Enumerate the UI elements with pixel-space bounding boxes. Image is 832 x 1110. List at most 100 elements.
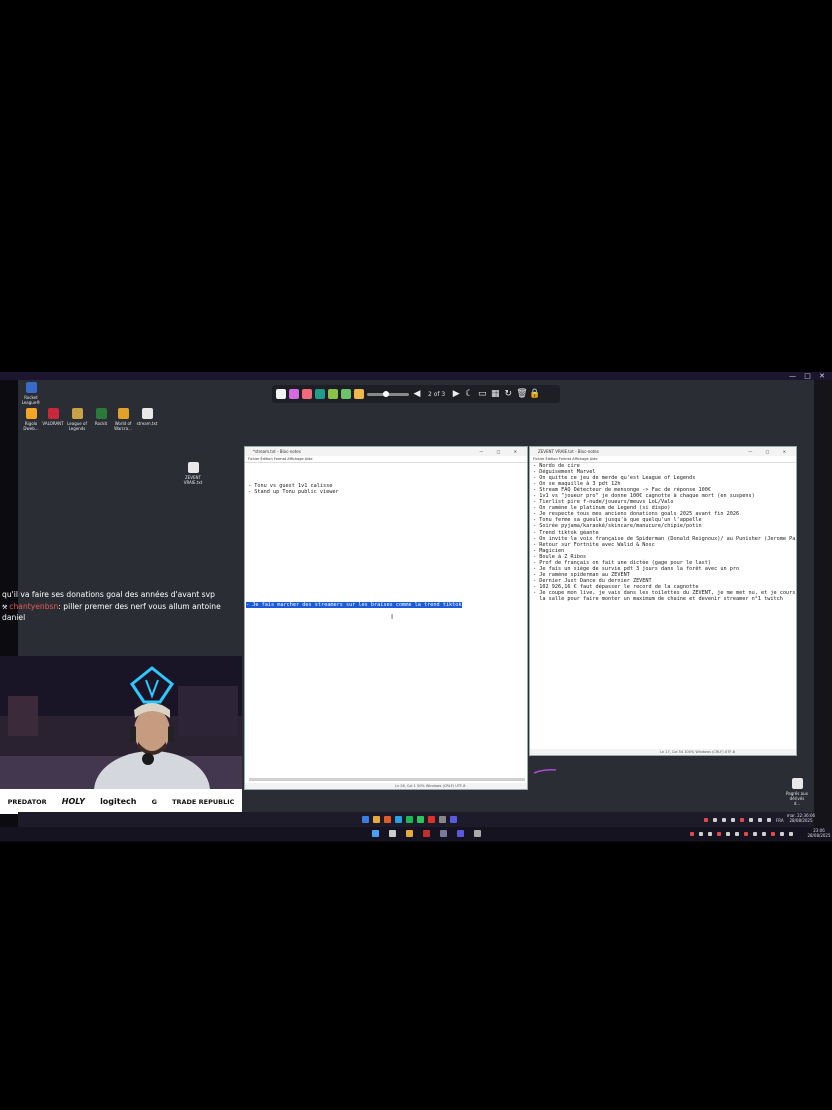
desktop-icon[interactable]: Pagrés aux dérivés d... [786,778,808,806]
rocket-league-icon [25,382,37,393]
notepad-window-controls[interactable]: — □ ✕ [748,447,792,456]
notepad-titlebar[interactable]: ZEVENT VRAIE.txt - Bloc-notes — □ ✕ [530,447,796,456]
desktop-icon[interactable]: World of Warcra... [112,408,134,431]
desktop-icon-label: League of Legends [67,421,87,431]
start-icon[interactable] [372,830,379,837]
frame-icon[interactable]: ▭ [477,389,487,399]
lock-icon[interactable]: 🔒 [529,389,540,399]
desktop-icon-label: Rocket League® [21,395,41,405]
window-controls[interactable]: — □ ✕ [789,372,828,380]
text-cursor-icon: I [391,613,394,621]
text-file-icon [791,778,803,789]
tray-icon[interactable] [708,832,712,836]
page-indicator: 2 of 3 [428,390,446,398]
tray-icon[interactable] [767,818,771,822]
text-line: - On invite la voix française de Spiderm… [533,535,796,542]
tray-icon[interactable] [762,832,766,836]
chat-message: ⚒ chantyenbsn: piller premer des nerf vo… [2,602,221,622]
tray-icon[interactable] [753,832,757,836]
text-line: - Stand up Tonu public viewer [248,489,339,496]
notepad-titlebar[interactable]: *stream.txt - Bloc-notes — □ ✕ [245,447,527,456]
tray-icon[interactable] [780,832,784,836]
app-icon[interactable] [428,816,435,823]
notepad-menubar[interactable]: Fichier Édition Format Affichage Aide [245,456,527,463]
desktop-icon[interactable]: Rigolo Dweb... [20,408,42,431]
tray-icon[interactable] [704,818,708,822]
desktop-icon[interactable]: Rockit [90,408,112,426]
desktop-icon-label: World of Warcra... [114,421,132,431]
sponsor-banner: PREDATOR HOLY logitech G TRADE REPUBLIC [0,789,242,814]
chat-username[interactable]: chantyenbsn [9,602,58,611]
tray-icon[interactable] [726,832,730,836]
tray-icon[interactable] [771,832,775,836]
desktop-icon[interactable]: League of Legends [66,408,88,431]
slider-knob[interactable] [383,390,389,397]
window-titlebar [0,372,832,380]
tray-icon[interactable] [699,832,703,836]
tray-icon[interactable] [789,832,793,836]
tray-icon[interactable] [717,832,721,836]
app-icon[interactable] [450,816,457,823]
folder-icon[interactable] [373,816,380,823]
desktop-icon[interactable]: VALORANT [42,408,64,426]
color-swatch[interactable] [328,389,338,399]
chat-message: qu'il va faire ses donations goal des an… [2,590,215,599]
brave-icon[interactable] [384,816,391,823]
app-icon[interactable] [439,816,446,823]
moon-icon[interactable]: ☾ [464,389,474,399]
league-icon [71,408,83,419]
app-icon[interactable] [474,830,481,837]
notepad-window-zevent[interactable]: ZEVENT VRAIE.txt - Bloc-notes — □ ✕ Fichi… [529,446,797,756]
notepad-menubar[interactable]: Fichier Édition Format Affichage Aide [530,456,796,463]
webcam-scene [0,656,242,814]
tray-icon[interactable] [740,818,744,822]
size-slider[interactable] [367,390,409,397]
notepad-window-controls[interactable]: — □ ✕ [479,447,523,456]
tray-icon[interactable] [713,818,717,822]
notepad-window-stream[interactable]: *stream.txt - Bloc-notes — □ ✕ Fichier Éd… [244,446,528,790]
windows-icon[interactable] [362,816,369,823]
tray-icon[interactable] [744,832,748,836]
folder-icon [25,408,37,419]
search-icon[interactable] [389,830,396,837]
desktop-icon-label: Rigolo Dweb... [23,421,39,431]
color-swatch[interactable] [341,389,351,399]
text-file-icon [141,408,153,419]
sponsor-logo: HOLY [61,797,85,806]
desktop-icon[interactable]: ZEVENT VRAIE.txt [182,462,204,485]
edge-icon[interactable] [395,816,402,823]
tray-icon[interactable] [758,818,762,822]
tray-icon[interactable] [749,818,753,822]
trash-icon[interactable]: 🗑 [516,389,527,399]
tray-icon[interactable] [731,818,735,822]
tray-icon[interactable] [690,832,694,836]
color-swatch[interactable] [315,389,325,399]
app-icon[interactable] [457,830,464,837]
language-indicator[interactable]: FRA [776,818,784,823]
undo-icon[interactable]: ↻ [503,389,513,399]
selected-line[interactable]: - Je fais marcher des streamers sur les … [246,591,462,610]
clock-inner[interactable]: mar. 22:36:06 28/08/2025 [786,813,816,823]
app-icon[interactable] [423,830,430,837]
status-bar: Ln 17, Col 54 100% Windows (CRLF) UTF-8 [530,749,796,755]
app-icon[interactable] [440,830,447,837]
color-swatch[interactable] [302,389,312,399]
notepad-text[interactable]: - Tonu vs guest 1v1 calisse - Stand up To… [245,463,527,497]
desktop-icon[interactable]: stream.txt [136,408,158,426]
grid-icon[interactable]: ▦ [490,389,500,399]
color-swatch[interactable] [354,389,364,399]
next-page-icon[interactable]: ▶ [451,389,461,399]
sponsor-logo: PREDATOR [7,797,47,806]
checkmark-app-icon[interactable] [417,816,424,823]
color-swatch[interactable] [289,389,299,399]
prev-page-icon[interactable]: ◀ [412,389,422,399]
folder-icon[interactable] [406,830,413,837]
clock-outer[interactable]: 23:06 28/08/2025 [806,828,832,838]
tray-icon[interactable] [735,832,739,836]
tray-icon[interactable] [722,818,726,822]
spotify-icon[interactable] [406,816,413,823]
desktop-icon[interactable]: Rocket League® [20,382,42,405]
color-swatch[interactable] [276,389,286,399]
notepad-text[interactable]: - Nordo de cire - Déguisement Marvel - On … [530,463,796,604]
horizontal-scrollbar[interactable] [249,778,525,781]
